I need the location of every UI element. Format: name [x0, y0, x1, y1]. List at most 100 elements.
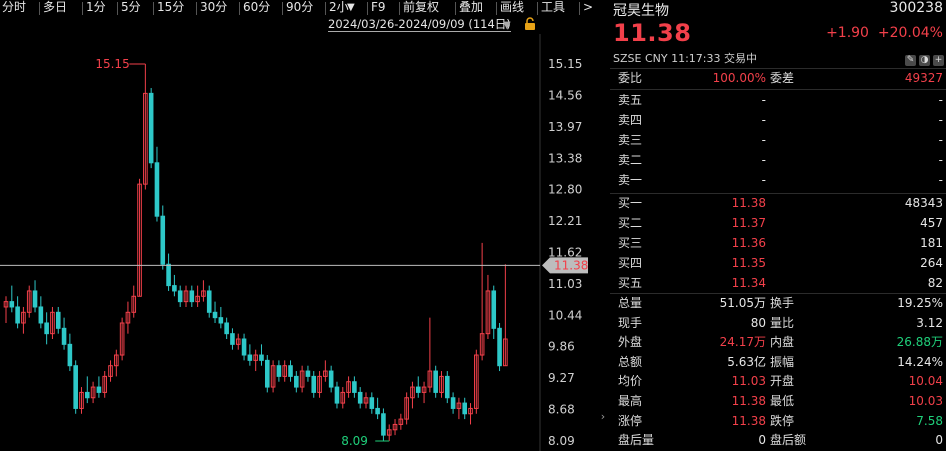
bid-label: 买二: [618, 216, 643, 230]
stat-value: 0: [935, 433, 943, 448]
toolbar-separator: [367, 2, 368, 15]
ask-row: 卖四 - -: [610, 110, 946, 130]
candle-body: [67, 343, 73, 367]
stat-row: 现手 80 量比 3.12: [610, 313, 946, 333]
candle-body: [96, 386, 102, 393]
candle-body: [369, 397, 375, 409]
toolbar-item-3[interactable]: 5分: [121, 0, 141, 17]
ask-row: 卖五 - -: [610, 90, 946, 110]
stat-label: 盘后量: [618, 433, 655, 448]
toolbar-item-6[interactable]: 60分: [243, 0, 270, 17]
y-tick-label: 8.68: [548, 402, 575, 416]
candle-body: [375, 407, 380, 415]
toolbar-item-13[interactable]: 工具: [541, 0, 565, 17]
candle-body: [288, 365, 293, 377]
toolbar-item-10[interactable]: 前复权: [403, 0, 439, 17]
stat-value: 11.38: [731, 413, 766, 428]
diff-label: 委差: [770, 71, 795, 85]
candle-body: [241, 338, 247, 356]
candle-body: [177, 290, 183, 303]
candle-body: [154, 162, 160, 217]
date-range-selector[interactable]: 2024/03/26-2024/09/09 (114日): [328, 17, 511, 32]
stat-value: 80: [750, 315, 766, 330]
stat-value: 10.03: [908, 394, 943, 408]
stat-row: 均价 11.03 开盘 10.04: [610, 371, 946, 391]
bid-price: 11.34: [731, 276, 766, 290]
toolbar-item-2[interactable]: 1分: [86, 0, 106, 17]
stock-name: 冠昊生物: [613, 3, 669, 19]
stock-code: 300238: [889, 0, 943, 16]
chevron-down-icon[interactable]: ▼: [503, 20, 511, 31]
toolbar-item-12[interactable]: 画线: [500, 0, 524, 17]
stat-row: 外盘 24.17万 内盘 26.88万: [610, 332, 946, 352]
y-tick-label: 14.56: [548, 89, 582, 103]
min-price-label: 8.09: [341, 434, 368, 448]
candle-body: [352, 381, 357, 393]
candle-body: [230, 333, 235, 345]
ask-row: 卖二 - -: [610, 150, 946, 170]
stat-label: 最低: [770, 394, 795, 408]
candle-body: [218, 317, 224, 324]
stat-value: 0: [758, 433, 766, 448]
toolbar-item-0[interactable]: 分时: [2, 0, 26, 17]
stat-label: 换手: [770, 296, 795, 310]
ask-label: 卖二: [618, 153, 643, 167]
candle-body: [497, 327, 502, 367]
y-tick-label: 13.97: [548, 120, 582, 134]
toolbar-separator: [239, 2, 240, 15]
toolbar-item-1[interactable]: 多日: [43, 0, 67, 17]
candle-body: [264, 359, 270, 388]
candle-body: [172, 285, 177, 292]
stat-label: 振幅: [770, 354, 795, 369]
toolbar-separator: [196, 2, 197, 15]
stat-value: 3.12: [916, 315, 943, 330]
toolbar-separator: [325, 2, 326, 15]
toolbar-item-7[interactable]: 90分: [286, 0, 313, 17]
candle-body: [433, 370, 438, 393]
candle-body: [450, 397, 456, 409]
toolbar-separator: [579, 2, 580, 15]
stat-label: 总额: [618, 354, 643, 369]
ratio-value: 100.00%: [712, 71, 766, 85]
ask-volume: -: [938, 173, 943, 187]
y-tick-label: 12.80: [548, 182, 582, 196]
toggle-icon[interactable]: ◑: [919, 55, 930, 66]
toolbar-separator: [455, 2, 456, 15]
add-icon[interactable]: +: [933, 55, 944, 66]
y-tick-label: 9.27: [548, 371, 575, 385]
edit-icon[interactable]: ✎: [905, 55, 916, 66]
toolbar-separator: [537, 2, 538, 15]
toolbar-separator: [496, 2, 497, 15]
toolbar-separator: [282, 2, 283, 15]
bid-volume: 48343: [904, 196, 943, 210]
lock-icon[interactable]: [523, 17, 537, 31]
toolbar-item-5[interactable]: 30分: [200, 0, 227, 17]
stat-value: 24.17万: [719, 335, 766, 350]
bid-volume: 264: [920, 256, 943, 270]
bid-row: 买三 11.36 181: [610, 233, 946, 253]
bid-price: 11.37: [731, 216, 766, 230]
toolbar-item-11[interactable]: 叠加: [459, 0, 483, 17]
change-amount: +1.90: [826, 25, 869, 41]
stat-label: 外盘: [618, 335, 643, 350]
stat-value: 5.63亿: [727, 354, 766, 369]
candle-body: [160, 215, 166, 265]
candle-body: [32, 290, 38, 308]
chevron-down-icon[interactable]: ▼: [347, 0, 355, 17]
toolbar-item-8[interactable]: 2小: [329, 0, 349, 17]
ask-label: 卖三: [618, 133, 643, 147]
bid-price: 11.38: [731, 196, 766, 210]
y-tick-label: 9.86: [548, 339, 575, 353]
stat-row: 涨停 11.38 跌停 7.58: [610, 411, 946, 431]
candle-body: [55, 311, 61, 329]
candlestick-chart[interactable]: 15.1514.5613.9713.3812.8012.2111.6211.03…: [0, 34, 594, 451]
candle-body: [189, 290, 195, 303]
toolbar-item-9[interactable]: F9: [371, 0, 386, 17]
toolbar-item-4[interactable]: 15分: [157, 0, 184, 17]
ratio-label: 委比: [618, 71, 643, 85]
panel-collapse-toggle[interactable]: ›: [596, 407, 610, 427]
toolbar-item-14[interactable]: >: [583, 0, 593, 17]
bid-row: 买五 11.34 82: [610, 273, 946, 293]
candle-body: [44, 322, 49, 335]
ask-volume: -: [938, 133, 943, 147]
